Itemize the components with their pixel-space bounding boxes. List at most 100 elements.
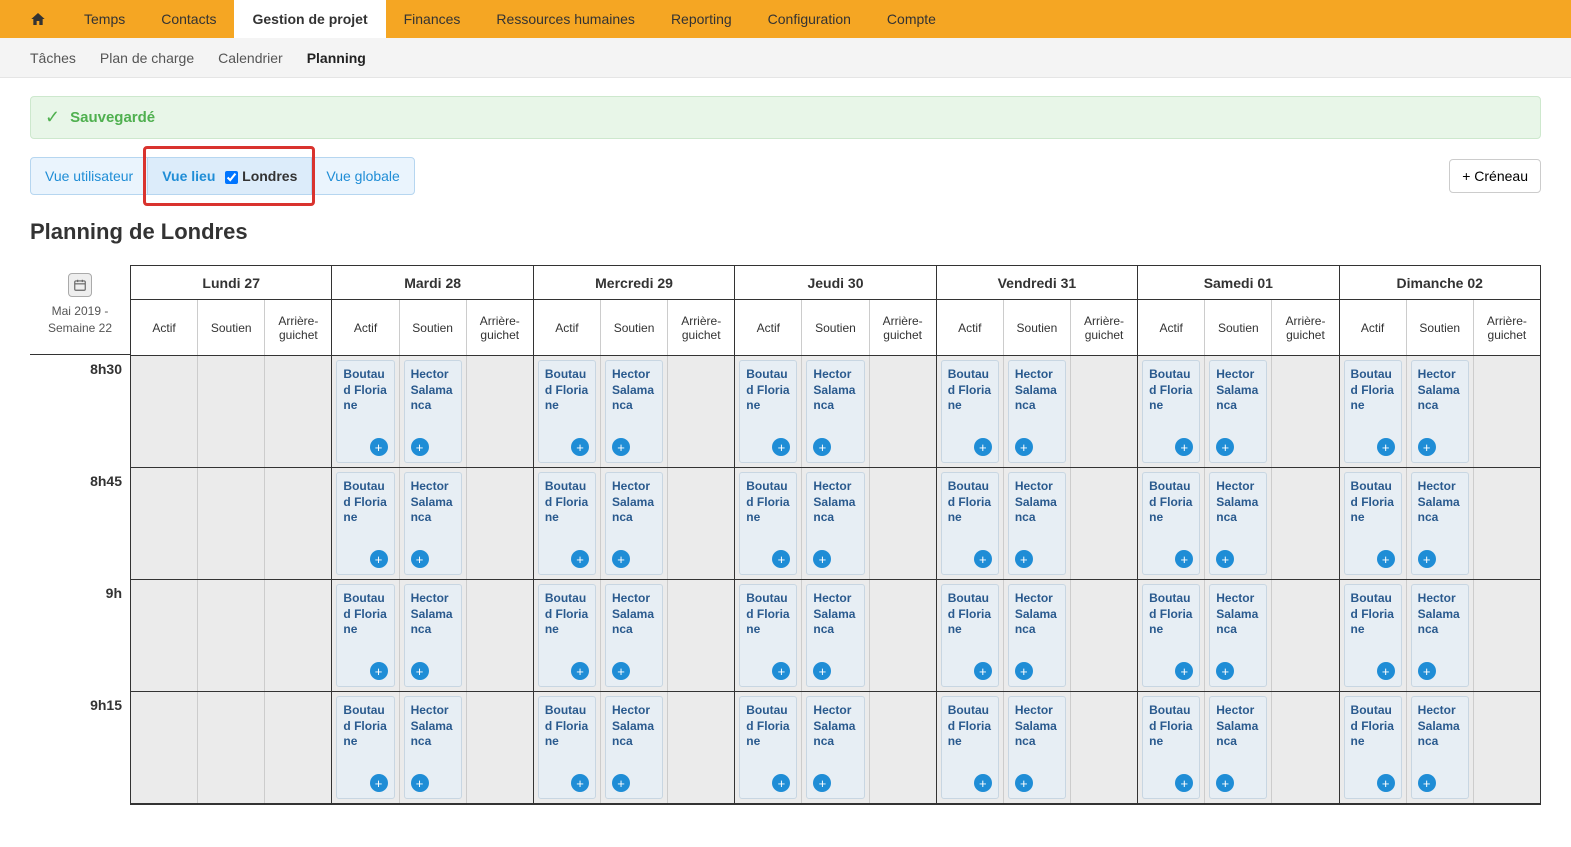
subnav-planning[interactable]: Planning [307,50,366,66]
subnav-tâches[interactable]: Tâches [30,50,76,66]
planning-entry[interactable]: Hector Salamanca+ [1008,696,1066,799]
add-icon[interactable]: + [571,774,589,792]
add-icon[interactable]: + [974,774,992,792]
add-icon[interactable]: + [1216,550,1234,568]
planning-entry[interactable]: Hector Salamanca+ [1411,696,1469,799]
planning-entry[interactable]: Boutaud Floriane+ [538,360,596,463]
add-icon[interactable]: + [1015,550,1033,568]
nav-tab-temps[interactable]: Temps [66,0,143,38]
planning-entry[interactable]: Hector Salamanca+ [1209,360,1267,463]
subnav-plan-de-charge[interactable]: Plan de charge [100,50,194,66]
planning-entry[interactable]: Boutaud Floriane+ [941,584,999,687]
planning-entry[interactable]: Hector Salamanca+ [1209,584,1267,687]
add-icon[interactable]: + [1418,550,1436,568]
add-icon[interactable]: + [612,662,630,680]
planning-entry[interactable]: Hector Salamanca+ [1411,472,1469,575]
add-icon[interactable]: + [1216,438,1234,456]
nav-tab-ressources-humaines[interactable]: Ressources humaines [478,0,653,38]
add-icon[interactable]: + [1377,550,1395,568]
planning-entry[interactable]: Boutaud Floriane+ [739,696,797,799]
add-icon[interactable]: + [571,550,589,568]
planning-entry[interactable]: Boutaud Floriane+ [1142,696,1200,799]
add-icon[interactable]: + [370,550,388,568]
add-icon[interactable]: + [370,774,388,792]
nav-tab-gestion-de-projet[interactable]: Gestion de projet [234,0,385,38]
add-icon[interactable]: + [1015,438,1033,456]
add-icon[interactable]: + [1377,438,1395,456]
add-icon[interactable]: + [1216,774,1234,792]
add-icon[interactable]: + [772,438,790,456]
planning-entry[interactable]: Boutaud Floriane+ [1142,584,1200,687]
view-user-button[interactable]: Vue utilisateur [31,158,147,194]
add-icon[interactable]: + [1175,438,1193,456]
add-icon[interactable]: + [813,438,831,456]
view-global-button[interactable]: Vue globale [311,158,413,194]
planning-entry[interactable]: Hector Salamanca+ [605,584,663,687]
add-icon[interactable]: + [1216,662,1234,680]
nav-tab-finances[interactable]: Finances [386,0,479,38]
planning-entry[interactable]: Boutaud Floriane+ [1344,696,1402,799]
add-icon[interactable]: + [1377,774,1395,792]
planning-entry[interactable]: Hector Salamanca+ [404,360,462,463]
planning-entry[interactable]: Boutaud Floriane+ [336,584,394,687]
planning-entry[interactable]: Hector Salamanca+ [404,584,462,687]
add-icon[interactable]: + [1015,662,1033,680]
subnav-calendrier[interactable]: Calendrier [218,50,283,66]
planning-entry[interactable]: Hector Salamanca+ [806,472,864,575]
add-icon[interactable]: + [411,662,429,680]
planning-entry[interactable]: Hector Salamanca+ [1209,472,1267,575]
planning-entry[interactable]: Boutaud Floriane+ [739,360,797,463]
planning-entry[interactable]: Hector Salamanca+ [1008,360,1066,463]
add-icon[interactable]: + [411,438,429,456]
planning-entry[interactable]: Boutaud Floriane+ [1142,472,1200,575]
add-icon[interactable]: + [370,662,388,680]
planning-entry[interactable]: Boutaud Floriane+ [1142,360,1200,463]
planning-entry[interactable]: Hector Salamanca+ [806,696,864,799]
add-icon[interactable]: + [1377,662,1395,680]
planning-entry[interactable]: Hector Salamanca+ [806,360,864,463]
planning-entry[interactable]: Hector Salamanca+ [806,584,864,687]
planning-entry[interactable]: Boutaud Floriane+ [1344,584,1402,687]
add-icon[interactable]: + [1418,438,1436,456]
home-icon[interactable] [10,0,66,38]
add-icon[interactable]: + [1418,662,1436,680]
add-icon[interactable]: + [974,662,992,680]
planning-entry[interactable]: Boutaud Floriane+ [538,472,596,575]
planning-entry[interactable]: Boutaud Floriane+ [941,360,999,463]
add-icon[interactable]: + [411,774,429,792]
add-icon[interactable]: + [571,438,589,456]
planning-entry[interactable]: Boutaud Floriane+ [336,472,394,575]
nav-tab-configuration[interactable]: Configuration [750,0,869,38]
add-icon[interactable]: + [370,438,388,456]
add-icon[interactable]: + [813,662,831,680]
planning-entry[interactable]: Boutaud Floriane+ [739,472,797,575]
planning-entry[interactable]: Hector Salamanca+ [1008,472,1066,575]
planning-entry[interactable]: Hector Salamanca+ [1209,696,1267,799]
add-icon[interactable]: + [612,438,630,456]
nav-tab-contacts[interactable]: Contacts [143,0,234,38]
add-icon[interactable]: + [772,550,790,568]
planning-entry[interactable]: Boutaud Floriane+ [336,360,394,463]
planning-entry[interactable]: Boutaud Floriane+ [1344,472,1402,575]
planning-entry[interactable]: Boutaud Floriane+ [739,584,797,687]
create-slot-button[interactable]: + Créneau [1449,159,1541,193]
add-icon[interactable]: + [612,774,630,792]
planning-entry[interactable]: Hector Salamanca+ [1411,584,1469,687]
add-icon[interactable]: + [974,550,992,568]
add-icon[interactable]: + [974,438,992,456]
planning-entry[interactable]: Hector Salamanca+ [1008,584,1066,687]
nav-tab-reporting[interactable]: Reporting [653,0,750,38]
planning-entry[interactable]: Boutaud Floriane+ [336,696,394,799]
view-place-button[interactable]: Vue lieu Londres [147,158,311,194]
planning-entry[interactable]: Hector Salamanca+ [605,696,663,799]
planning-entry[interactable]: Hector Salamanca+ [605,472,663,575]
add-icon[interactable]: + [772,662,790,680]
add-icon[interactable]: + [1015,774,1033,792]
calendar-icon[interactable] [68,273,92,297]
add-icon[interactable]: + [813,774,831,792]
planning-entry[interactable]: Boutaud Floriane+ [1344,360,1402,463]
planning-entry[interactable]: Boutaud Floriane+ [538,584,596,687]
planning-entry[interactable]: Boutaud Floriane+ [941,472,999,575]
planning-entry[interactable]: Hector Salamanca+ [404,696,462,799]
add-icon[interactable]: + [1175,662,1193,680]
